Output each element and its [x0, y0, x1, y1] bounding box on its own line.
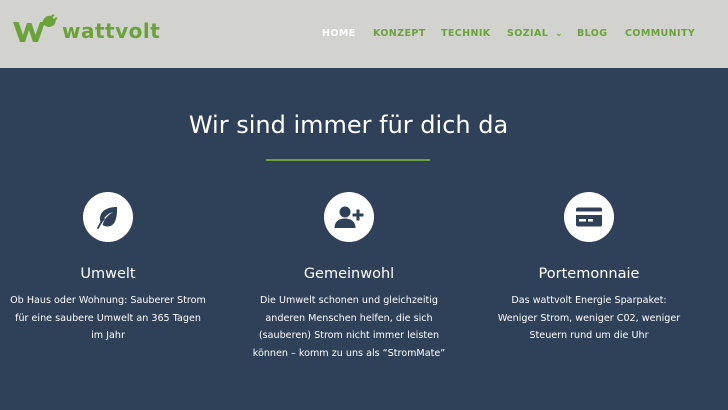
section-heading: Wir sind immer für dich da [188, 111, 509, 139]
feature-description: Das wattvolt Energie Sparpaket: Weniger … [469, 292, 709, 345]
site-header: wattvolt HOME KONZEPT TECHNIK SOZIAL ⌄ BL… [0, 0, 728, 68]
feature-gemeinwohl: Gemeinwohl Die Umwelt schonen und gleich… [229, 192, 469, 362]
nav-item-technik[interactable]: TECHNIK [441, 27, 491, 41]
feature-title: Portemonnaie [538, 266, 640, 282]
feature-text-line: für eine saubere Umwelt an 365 Tagen [15, 312, 201, 324]
feature-icon-circle [83, 192, 133, 242]
feature-title: Gemeinwohl [303, 266, 395, 282]
nav-item-sozial[interactable]: SOZIAL ⌄ [507, 27, 563, 41]
chevron-down-icon: ⌄ [555, 29, 564, 39]
feature-description: Ob Haus oder Wohnung: Sauberer Strom für… [0, 292, 228, 345]
nav-item-community[interactable]: COMMUNITY [625, 27, 695, 41]
feature-icon-circle [564, 192, 614, 242]
nav-item-home[interactable]: HOME [322, 27, 356, 41]
feature-text-line: Weniger Strom, weniger C02, weniger [497, 312, 681, 324]
feature-icon-circle [324, 192, 374, 242]
nav-item-blog[interactable]: BLOG [577, 27, 607, 41]
feature-text-line: Die Umwelt schonen und gleichzeitig [259, 295, 439, 306]
feature-umwelt: Umwelt Ob Haus oder Wohnung: Sauberer St… [0, 192, 228, 345]
nav-item-konzept[interactable]: KONZEPT [373, 27, 426, 41]
heading-divider [266, 159, 430, 161]
credit-card-icon [576, 207, 602, 227]
feature-portemonnaie: Portemonnaie Das wattvolt Energie Sparpa… [469, 192, 709, 345]
feature-text-line: Ob Haus oder Wohnung: Sauberer Strom [10, 295, 206, 306]
feature-text-line: Steuern rund um die Uhr [529, 330, 649, 341]
feature-description: Die Umwelt schonen und gleichzeitig ande… [229, 292, 469, 362]
feature-text-line: im Jahr [91, 330, 125, 341]
feature-title: Umwelt [80, 266, 136, 282]
feature-text-line: können – komm zu uns als “StromMate” [252, 347, 446, 359]
features-section: Wir sind immer für dich da Umwelt Ob Hau… [0, 68, 728, 410]
feature-text-line: Das wattvolt Energie Sparpaket: [511, 295, 667, 306]
main-nav: HOME KONZEPT TECHNIK SOZIAL ⌄ BLOG COMMUN… [0, 27, 728, 41]
feature-text-line: anderen Menschen helfen, die sich [265, 312, 433, 324]
feature-text-line: (sauberen) Strom nicht immer leisten [258, 330, 440, 341]
leaf-icon [97, 207, 118, 229]
user-plus-icon [334, 206, 364, 228]
nav-item-sozial-label: SOZIAL [507, 28, 549, 39]
